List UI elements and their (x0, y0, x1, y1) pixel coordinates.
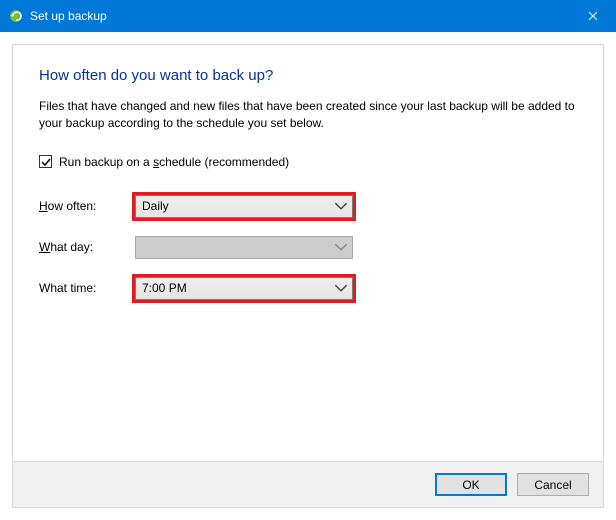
how-often-label: How often: (39, 199, 135, 213)
window-body: How often do you want to back up? Files … (0, 32, 616, 520)
what-day-select-wrap (135, 236, 353, 259)
how-often-row: How often: Daily (39, 195, 577, 218)
window-title: Set up backup (30, 9, 107, 23)
how-often-select-wrap: Daily (135, 195, 353, 218)
ok-button[interactable]: OK (435, 473, 507, 496)
what-day-select (135, 236, 353, 259)
what-time-row: What time: 7:00 PM (39, 277, 577, 300)
close-button[interactable] (570, 0, 616, 32)
chevron-down-icon (334, 281, 348, 295)
what-time-select[interactable]: 7:00 PM (135, 277, 353, 300)
dialog-footer: OK Cancel (13, 461, 603, 507)
page-heading: How often do you want to back up? (39, 67, 577, 84)
content-frame: How often do you want to back up? Files … (12, 44, 604, 508)
schedule-checkbox-label: Run backup on a schedule (recommended) (59, 155, 289, 169)
schedule-checkbox-row[interactable]: Run backup on a schedule (recommended) (39, 155, 577, 169)
what-day-row: What day: (39, 236, 577, 259)
chevron-down-icon (334, 199, 348, 213)
titlebar: Set up backup (0, 0, 616, 32)
backup-icon (8, 8, 24, 24)
how-often-value: Daily (142, 199, 169, 213)
page-description: Files that have changed and new files th… (39, 98, 577, 133)
how-often-select[interactable]: Daily (135, 195, 353, 218)
chevron-down-icon (334, 240, 348, 254)
what-time-select-wrap: 7:00 PM (135, 277, 353, 300)
what-time-label: What time: (39, 281, 135, 295)
what-day-label: What day: (39, 240, 135, 254)
cancel-button[interactable]: Cancel (517, 473, 589, 496)
what-time-value: 7:00 PM (142, 281, 187, 295)
schedule-checkbox[interactable] (39, 155, 52, 168)
